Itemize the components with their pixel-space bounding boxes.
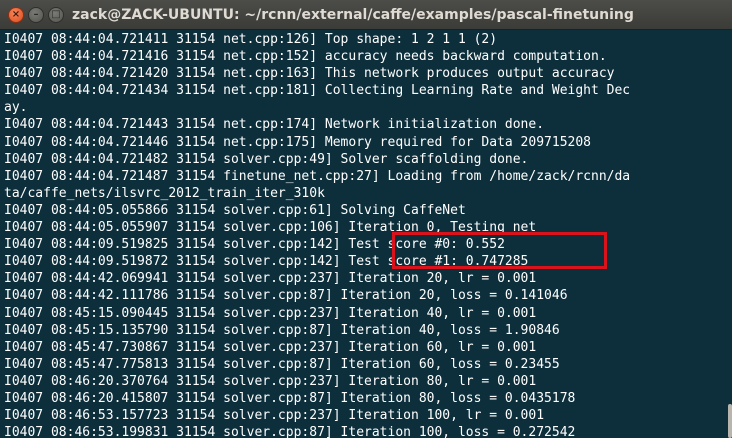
terminal-line: I0407 08:46:20.415807 31154 solver.cpp:8… <box>4 390 576 406</box>
terminal-line: I0407 08:44:04.721446 31154 net.cpp:175]… <box>4 134 591 150</box>
terminal-line: I0407 08:44:42.069941 31154 solver.cpp:2… <box>4 271 537 287</box>
terminal-line: ay. <box>4 100 28 116</box>
close-icon: × <box>11 9 21 20</box>
terminal-scrollbar[interactable] <box>726 30 732 438</box>
title-bar[interactable]: × – □ zack@ZACK-UBUNTU: ~/rcnn/external/… <box>0 0 732 30</box>
terminal-line: I0407 08:44:04.721482 31154 solver.cpp:4… <box>4 151 529 167</box>
terminal-line: I0407 08:45:15.135790 31154 solver.cpp:8… <box>4 322 560 338</box>
scrollbar-thumb[interactable] <box>728 404 732 438</box>
terminal-line: I0407 08:45:47.775813 31154 solver.cpp:8… <box>4 356 560 372</box>
terminal-window: × – □ zack@ZACK-UBUNTU: ~/rcnn/external/… <box>0 0 732 438</box>
terminal-output-area[interactable]: I0407 08:44:04.721411 31154 net.cpp:126]… <box>0 30 732 438</box>
terminal-line: I0407 08:46:53.199831 31154 solver.cpp:8… <box>4 425 576 438</box>
window-title: zack@ZACK-UBUNTU: ~/rcnn/external/caffe/… <box>72 7 634 23</box>
terminal-line: I0407 08:44:04.721434 31154 net.cpp:181]… <box>4 83 631 99</box>
terminal-line: I0407 08:44:04.721411 31154 net.cpp:126]… <box>4 32 498 47</box>
minimize-window-button[interactable]: – <box>28 7 44 23</box>
terminal-line: I0407 08:46:53.157723 31154 solver.cpp:2… <box>4 408 545 424</box>
terminal-line: ta/caffe_nets/ilsvrc_2012_train_iter_310… <box>4 185 325 201</box>
terminal-line: I0407 08:46:20.370764 31154 solver.cpp:2… <box>4 373 537 389</box>
minimize-icon: – <box>33 9 39 20</box>
terminal-line: I0407 08:44:04.721443 31154 net.cpp:174]… <box>4 117 545 133</box>
terminal-line: I0407 08:45:15.090445 31154 solver.cpp:2… <box>4 305 537 321</box>
maximize-window-button[interactable]: □ <box>48 7 64 23</box>
terminal-line: I0407 08:44:04.721487 31154 finetune_net… <box>4 168 631 184</box>
maximize-icon: □ <box>51 9 61 20</box>
terminal-line: I0407 08:44:04.721420 31154 net.cpp:163]… <box>4 66 615 82</box>
test-score-highlight-box <box>392 232 607 269</box>
terminal-line: I0407 08:44:04.721416 31154 net.cpp:152]… <box>4 49 607 65</box>
terminal-line: I0407 08:44:42.111786 31154 solver.cpp:8… <box>4 288 568 304</box>
terminal-line: I0407 08:45:47.730867 31154 solver.cpp:2… <box>4 339 537 355</box>
terminal-line: I0407 08:44:05.055866 31154 solver.cpp:6… <box>4 202 466 218</box>
close-window-button[interactable]: × <box>8 7 24 23</box>
